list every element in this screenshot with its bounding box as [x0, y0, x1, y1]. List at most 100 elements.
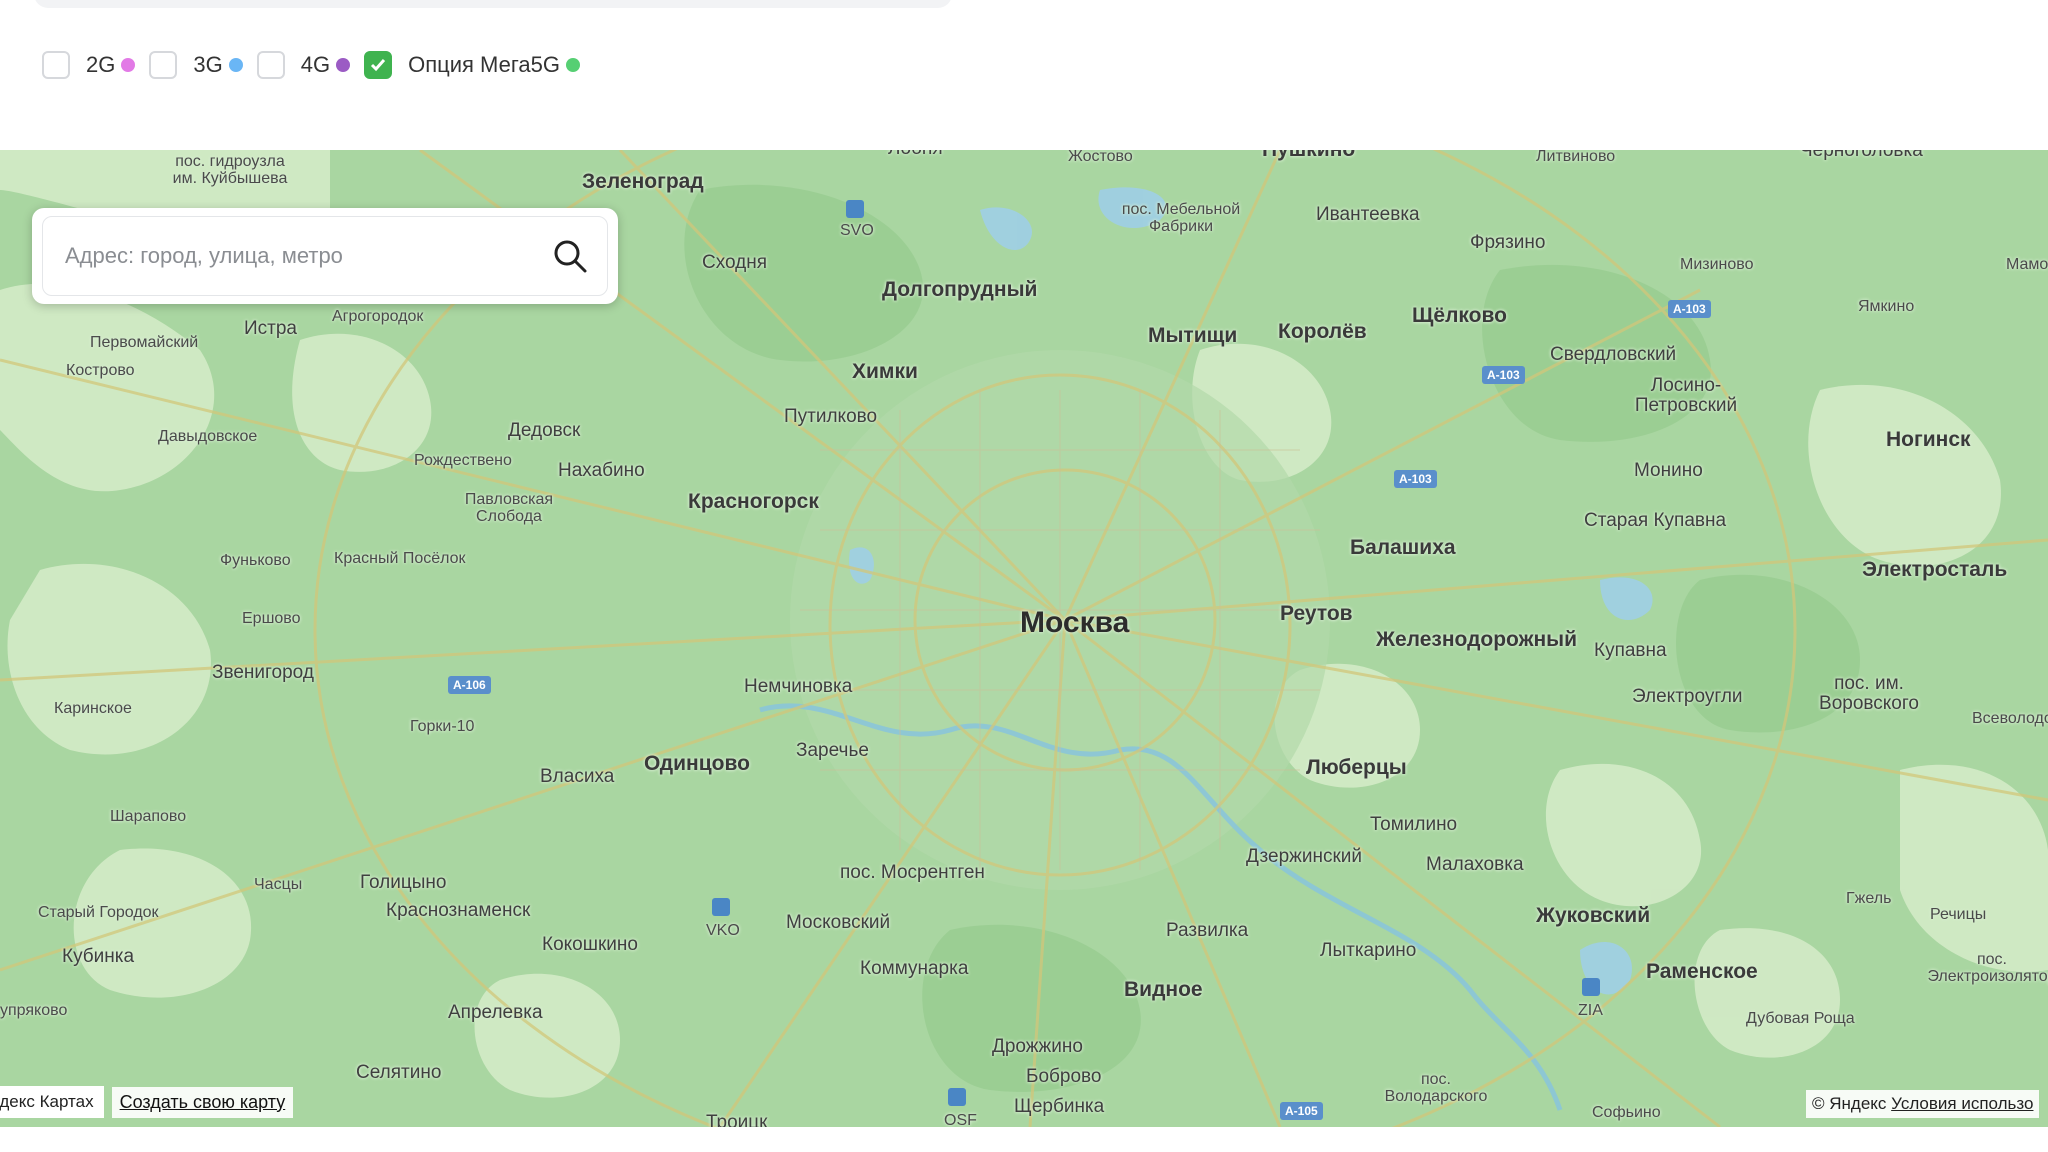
place-lyubertsy: Люберцы	[1306, 756, 1407, 779]
place-ershovo: Ершово	[242, 610, 301, 627]
place-kupavna: Купавна	[1594, 640, 1667, 661]
coverage-map[interactable]: Москва Зеленоград Химки Долгопрудный Мыт…	[0, 150, 2048, 1127]
place-karinskoe: Каринское	[54, 700, 132, 717]
place-nemchinovka: Немчиновка	[744, 676, 853, 697]
place-moscow: Москва	[1020, 606, 1130, 639]
place-ivanteevka: Ивантеевка	[1316, 204, 1420, 225]
place-elektrostal: Электросталь	[1862, 558, 2008, 581]
filter-mega5g-dot	[565, 58, 580, 72]
place-aprelevka: Апрелевка	[448, 1002, 543, 1023]
place-rechitsy: Речицы	[1930, 906, 1987, 923]
airport-icon-zia[interactable]	[1582, 978, 1600, 996]
filter-2g-dot	[121, 58, 136, 72]
place-kommunarka: Коммунарка	[860, 958, 969, 979]
address-search-box	[32, 208, 618, 304]
place-zhukovsky: Жуковский	[1536, 904, 1651, 927]
place-sharapovo: Шарапово	[110, 808, 187, 825]
place-chernogolovka: Черноголовка	[1800, 150, 1923, 161]
place-vidnoe: Видное	[1124, 978, 1203, 1001]
road-badge-a103: A-103	[1482, 366, 1525, 384]
place-krasny-posyolok: Красный Посёлок	[334, 550, 466, 567]
place-mamo: Мамо	[2006, 256, 2048, 273]
filter-2g[interactable]: 2G	[42, 51, 136, 79]
filter-3g[interactable]: 3G	[149, 51, 243, 79]
place-sofyino: Софьино	[1592, 1104, 1661, 1121]
checkbox-mega5g[interactable]	[364, 51, 393, 79]
place-nakhabino: Нахабино	[558, 460, 645, 481]
place-vorovskogo: пос. им. Воровского	[1819, 673, 1919, 714]
place-golitsyno: Голицыно	[360, 872, 447, 893]
place-agrogorodok: Агрогородок	[332, 308, 424, 325]
airport-label-osf: OSF	[944, 1112, 977, 1127]
place-chasy: Часцы	[254, 876, 303, 893]
filter-3g-dot	[228, 58, 243, 72]
filter-mega5g[interactable]: Опция Мега5G	[364, 51, 580, 79]
road-badge-a103: A-103	[1394, 470, 1437, 488]
place-litvinovo: Литвиново	[1536, 150, 1616, 165]
place-lytkarino: Лыткарино	[1320, 940, 1417, 961]
airport-icon-osf[interactable]	[948, 1088, 966, 1106]
place-sverdlovsky: Свердловский	[1550, 344, 1677, 365]
place-mytishchi: Мытищи	[1148, 324, 1238, 347]
address-search-input[interactable]	[42, 216, 608, 296]
create-map-link[interactable]: Создать свою карту	[111, 1086, 294, 1118]
place-odintsovo: Одинцово	[644, 752, 750, 775]
copyright-text: © Яндекс	[1812, 1094, 1887, 1113]
road-badge-a105: A-105	[1280, 1102, 1323, 1120]
airport-icon-vko[interactable]	[712, 898, 730, 916]
filter-mega5g-label: Опция Мега5G	[408, 52, 560, 77]
airport-label-zia: ZIA	[1578, 1002, 1603, 1019]
checkbox-4g[interactable]	[256, 51, 285, 79]
filter-4g-label: 4G	[300, 52, 331, 77]
place-gzhel: Гжель	[1846, 890, 1892, 907]
place-krasnoznamensk: Краснознаменск	[386, 900, 531, 921]
place-gorki10: Горки-10	[410, 718, 475, 735]
place-lobnya: Лобня	[888, 150, 943, 160]
place-pushkino: Пушкино	[1262, 150, 1355, 162]
place-davydovskoe: Давыдовское	[158, 428, 258, 445]
place-funkovo: Фуньково	[220, 552, 291, 569]
place-dolgoprudny: Долгопрудный	[882, 278, 1038, 301]
airport-label-vko: VKO	[706, 922, 740, 939]
place-mizinovo: Мизиново	[1680, 256, 1754, 273]
place-korolev: Королёв	[1278, 320, 1367, 343]
top-toolbar-strip	[34, 0, 952, 8]
airport-icon-svo[interactable]	[846, 200, 864, 218]
place-rozhdestveno: Рождествено	[414, 452, 512, 469]
place-vlasikha: Власиха	[540, 766, 615, 787]
place-gidrouzla: пос. гидроузла им. Куйбышева	[172, 153, 288, 187]
place-moskovsky: Московский	[786, 912, 891, 933]
network-filters: 2G 3G 4G Опция Мега5G	[42, 48, 594, 82]
place-kokoshkino: Кокошкино	[542, 934, 638, 955]
place-losino: Лосино-Петровский	[1634, 375, 1738, 416]
checkbox-3g[interactable]	[149, 51, 178, 79]
place-mebelnoy: пос. Мебельной Фабрики	[1121, 201, 1241, 235]
place-mosrentgen: пос. Мосрентген	[840, 862, 985, 883]
place-noginsk: Ногинск	[1886, 428, 1971, 451]
map-copyright: © Яндекс Условия использо	[1806, 1090, 2040, 1118]
place-zelenograd: Зеленоград	[582, 170, 704, 193]
place-krasnogorsk: Красногорск	[688, 490, 819, 513]
place-zvenigorod: Звенигород	[212, 662, 314, 683]
place-dubovaya-roshcha: Дубовая Роща	[1746, 1010, 1855, 1027]
place-yamkino: Ямкино	[1858, 298, 1915, 315]
place-kostrovo: Кострово	[66, 362, 135, 379]
place-dedovsk: Дедовск	[508, 420, 581, 441]
place-shchelkovo: Щёлково	[1412, 304, 1507, 327]
place-ramenskoe: Раменское	[1646, 960, 1758, 983]
place-pervomaysky: Первомайский	[90, 334, 199, 351]
place-istra: Истра	[244, 318, 297, 339]
checkbox-2g[interactable]	[42, 51, 70, 79]
yandex-maps-tag[interactable]: ндекс Картах	[0, 1086, 104, 1118]
place-razvilka: Развилка	[1166, 920, 1249, 941]
filter-2g-label: 2G	[86, 52, 116, 77]
place-volodarskogo: пос. Володарского	[1384, 1071, 1488, 1105]
place-shcherbinka: Щербинка	[1014, 1096, 1105, 1117]
search-icon[interactable]	[552, 238, 588, 274]
place-tomilino: Томилино	[1370, 814, 1458, 835]
place-putilkovo: Путилково	[784, 406, 878, 427]
filter-4g[interactable]: 4G	[256, 51, 351, 79]
place-zarechye: Заречье	[796, 740, 869, 761]
terms-link[interactable]: Условия использо	[1891, 1094, 2033, 1113]
filter-4g-dot	[336, 58, 351, 72]
